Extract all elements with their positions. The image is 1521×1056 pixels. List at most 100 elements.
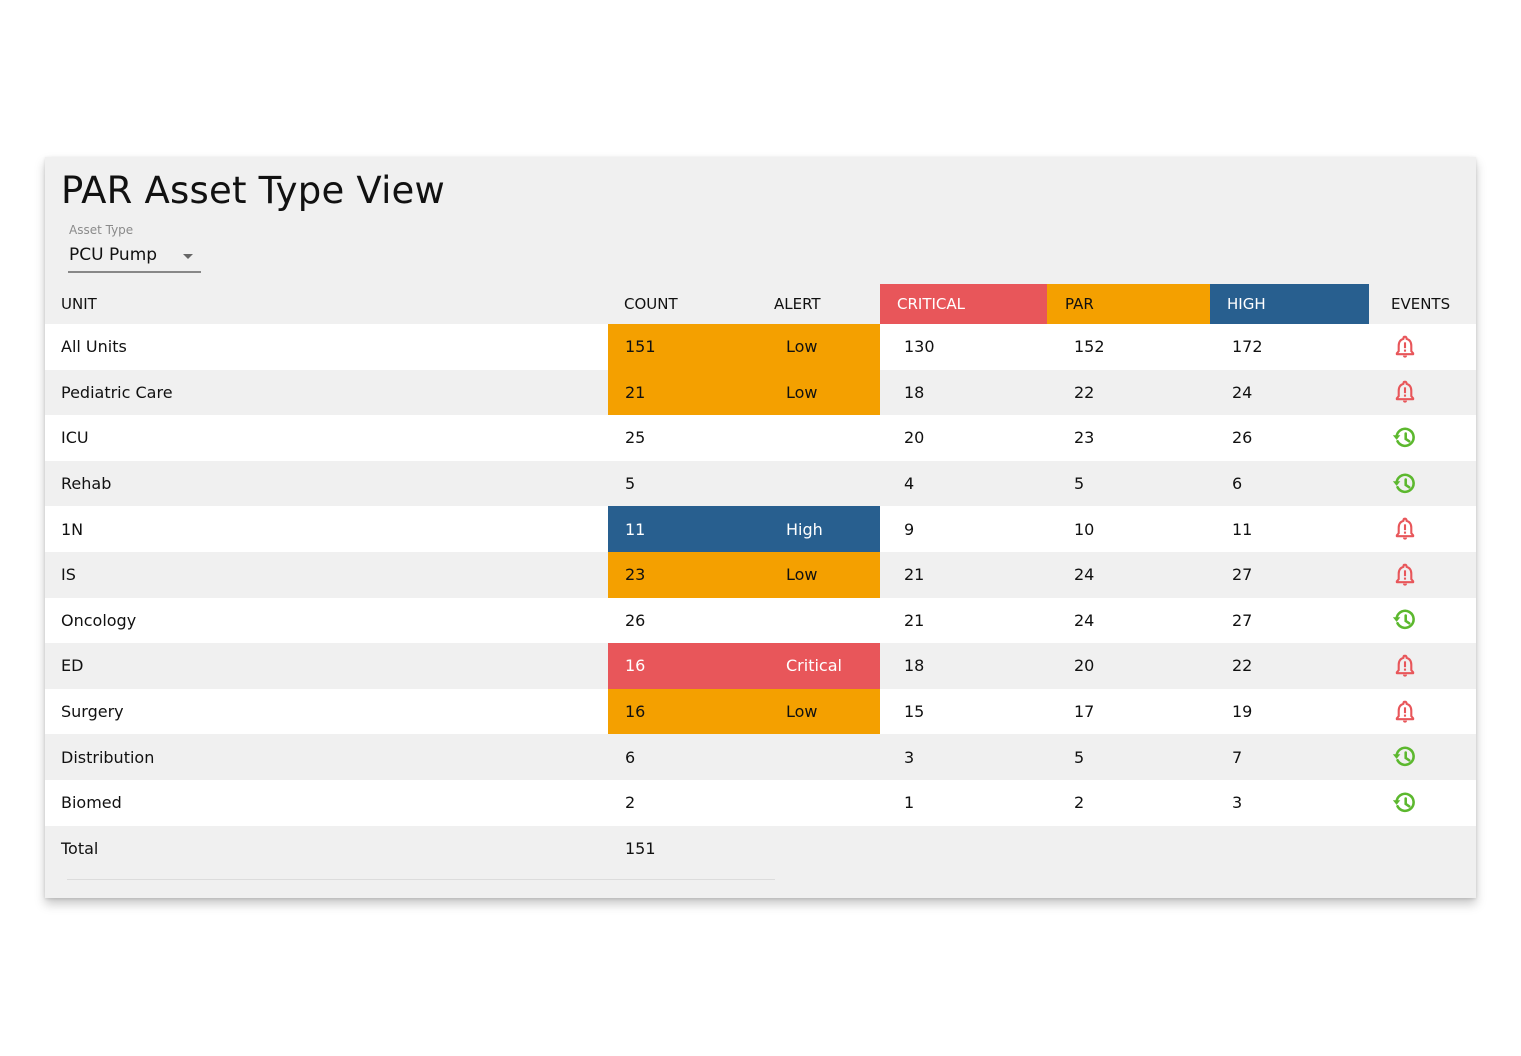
high-cell: 24	[1210, 369, 1369, 416]
critical-cell: 21	[880, 597, 1047, 644]
header-high[interactable]: HIGH	[1210, 284, 1369, 324]
header-events[interactable]: EVENTS	[1369, 284, 1476, 324]
alarm-bell-icon[interactable]	[1391, 333, 1419, 361]
par-asset-card: PAR Asset Type View Asset Type PCU Pump …	[45, 157, 1476, 898]
history-icon[interactable]	[1391, 789, 1419, 817]
empty-cell	[760, 825, 880, 872]
high-cell: 172	[1210, 324, 1369, 370]
header-alert[interactable]: ALERT	[760, 284, 880, 324]
count-cell: 16	[608, 643, 760, 689]
dropdown-caret-icon	[183, 254, 193, 259]
unit-cell: ED	[45, 643, 608, 689]
alert-cell: Low	[760, 324, 880, 370]
alert-badge: Low	[786, 337, 818, 357]
alert-badge: Low	[786, 702, 818, 722]
par-cell: 5	[1047, 734, 1210, 780]
table-row[interactable]: Pediatric Care 21 Low 18 22 24	[45, 369, 1476, 416]
count-cell: 151	[608, 324, 760, 370]
header-count[interactable]: COUNT	[608, 284, 760, 324]
high-cell: 7	[1210, 734, 1369, 780]
table-row[interactable]: Distribution 6 3 5 7	[45, 734, 1476, 780]
alert-cell	[760, 415, 880, 461]
table-row[interactable]: ED 16 Critical 18 20 22	[45, 643, 1476, 689]
header-unit[interactable]: UNIT	[45, 284, 608, 324]
par-table: UNIT COUNT ALERT CRITICAL PAR HIGH EVENT…	[45, 284, 1476, 872]
par-cell: 22	[1047, 369, 1210, 416]
table-row[interactable]: 1N 11 High 9 10 11	[45, 506, 1476, 552]
alarm-bell-icon[interactable]	[1391, 652, 1419, 680]
alarm-bell-icon[interactable]	[1391, 698, 1419, 726]
alert-cell	[760, 734, 880, 780]
critical-cell: 1	[880, 779, 1047, 826]
par-cell: 152	[1047, 324, 1210, 370]
critical-cell: 20	[880, 415, 1047, 461]
count-cell: 5	[608, 460, 760, 507]
asset-type-value: PCU Pump	[69, 245, 158, 265]
page-title: PAR Asset Type View	[61, 169, 445, 212]
high-cell: 19	[1210, 688, 1369, 735]
table-row[interactable]: ICU 25 20 23 26	[45, 415, 1476, 461]
count-cell: 23	[608, 551, 760, 598]
count-cell: 11	[608, 506, 760, 552]
footer-divider	[67, 879, 775, 880]
high-cell: 22	[1210, 643, 1369, 689]
alarm-bell-icon[interactable]	[1391, 561, 1419, 589]
table-row[interactable]: Biomed 2 1 2 3	[45, 779, 1476, 826]
high-cell: 27	[1210, 551, 1369, 598]
unit-cell: Pediatric Care	[45, 369, 608, 416]
unit-cell: ICU	[45, 415, 608, 461]
par-cell: 10	[1047, 506, 1210, 552]
alarm-bell-icon[interactable]	[1391, 515, 1419, 543]
asset-type-select[interactable]: PCU Pump	[68, 241, 201, 273]
alarm-bell-icon[interactable]	[1391, 378, 1419, 406]
empty-cell	[880, 825, 1047, 872]
history-icon[interactable]	[1391, 424, 1419, 452]
critical-cell: 3	[880, 734, 1047, 780]
table-row[interactable]: Surgery 16 Low 15 17 19	[45, 688, 1476, 735]
par-cell: 24	[1047, 597, 1210, 644]
alert-cell	[760, 779, 880, 826]
table-row[interactable]: IS 23 Low 21 24 27	[45, 551, 1476, 598]
count-cell: 2	[608, 779, 760, 826]
high-cell: 3	[1210, 779, 1369, 826]
history-icon[interactable]	[1391, 606, 1419, 634]
events-cell	[1369, 460, 1476, 507]
table-row[interactable]: All Units 151 Low 130 152 172	[45, 324, 1476, 370]
par-cell: 20	[1047, 643, 1210, 689]
history-icon[interactable]	[1391, 470, 1419, 498]
count-cell: 25	[608, 415, 760, 461]
empty-cell	[1210, 825, 1369, 872]
high-cell: 6	[1210, 460, 1369, 507]
par-cell: 2	[1047, 779, 1210, 826]
asset-type-label: Asset Type	[69, 223, 134, 237]
alert-cell: Low	[760, 688, 880, 735]
alert-cell: Low	[760, 551, 880, 598]
alert-badge: Low	[786, 382, 818, 402]
events-cell	[1369, 415, 1476, 461]
history-icon[interactable]	[1391, 743, 1419, 771]
critical-cell: 21	[880, 551, 1047, 598]
table-row[interactable]: Oncology 26 21 24 27	[45, 597, 1476, 644]
header-critical[interactable]: CRITICAL	[880, 284, 1047, 324]
alert-cell	[760, 460, 880, 507]
events-cell	[1369, 369, 1476, 416]
events-cell	[1369, 779, 1476, 826]
alert-cell	[760, 597, 880, 644]
critical-cell: 18	[880, 643, 1047, 689]
alert-badge: Critical	[786, 656, 842, 676]
header-par[interactable]: PAR	[1047, 284, 1210, 324]
unit-cell: Surgery	[45, 688, 608, 735]
par-cell: 17	[1047, 688, 1210, 735]
alert-cell: Critical	[760, 643, 880, 689]
empty-cell	[1369, 825, 1476, 872]
events-cell	[1369, 688, 1476, 735]
table-row[interactable]: Rehab 5 4 5 6	[45, 460, 1476, 507]
unit-cell: Oncology	[45, 597, 608, 644]
par-cell: 5	[1047, 460, 1210, 507]
par-cell: 23	[1047, 415, 1210, 461]
unit-cell: 1N	[45, 506, 608, 552]
unit-cell: Rehab	[45, 460, 608, 507]
count-cell: 16	[608, 688, 760, 735]
empty-cell	[1047, 825, 1210, 872]
par-cell: 24	[1047, 551, 1210, 598]
